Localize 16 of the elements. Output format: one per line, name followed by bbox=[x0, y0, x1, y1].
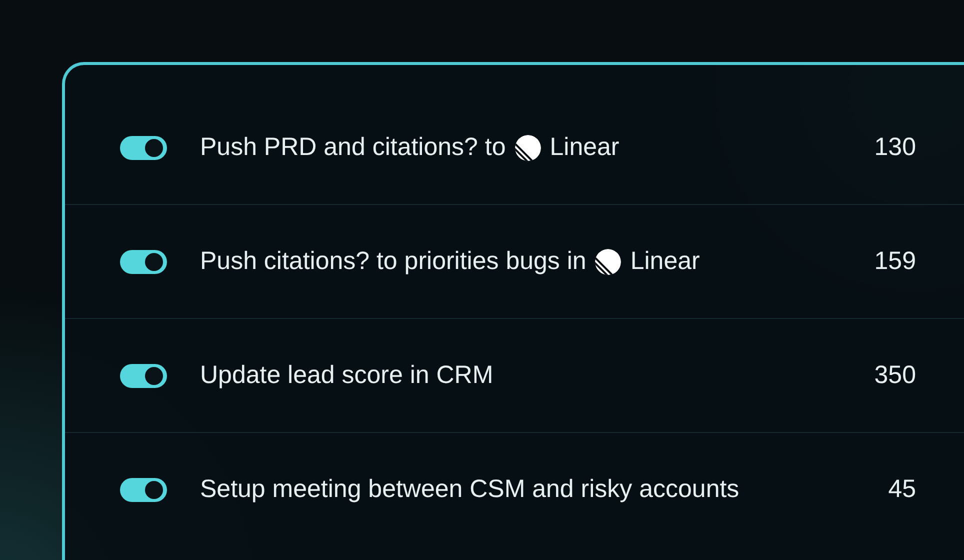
task-label: Setup meeting between CSM and risky accounts bbox=[200, 474, 740, 506]
count-value: 130 bbox=[874, 132, 916, 163]
app-name: Linear bbox=[550, 132, 620, 163]
task-label: Push citations? to priorities bugs in bbox=[200, 246, 586, 277]
task-label: Push PRD and citations? to bbox=[200, 132, 506, 163]
app-name: Linear bbox=[630, 246, 700, 277]
toggle-switch[interactable] bbox=[120, 250, 167, 274]
striped-circle-icon bbox=[514, 134, 541, 160]
count-value: 45 bbox=[888, 474, 916, 506]
toggle-switch[interactable] bbox=[120, 478, 167, 502]
count-value: 159 bbox=[874, 246, 916, 277]
toggle-switch[interactable] bbox=[120, 136, 167, 160]
striped-circle-icon bbox=[595, 248, 622, 274]
task-label: Update lead score in CRM bbox=[200, 360, 494, 391]
toggle-switch[interactable] bbox=[120, 364, 167, 388]
count-value: 350 bbox=[874, 360, 916, 391]
